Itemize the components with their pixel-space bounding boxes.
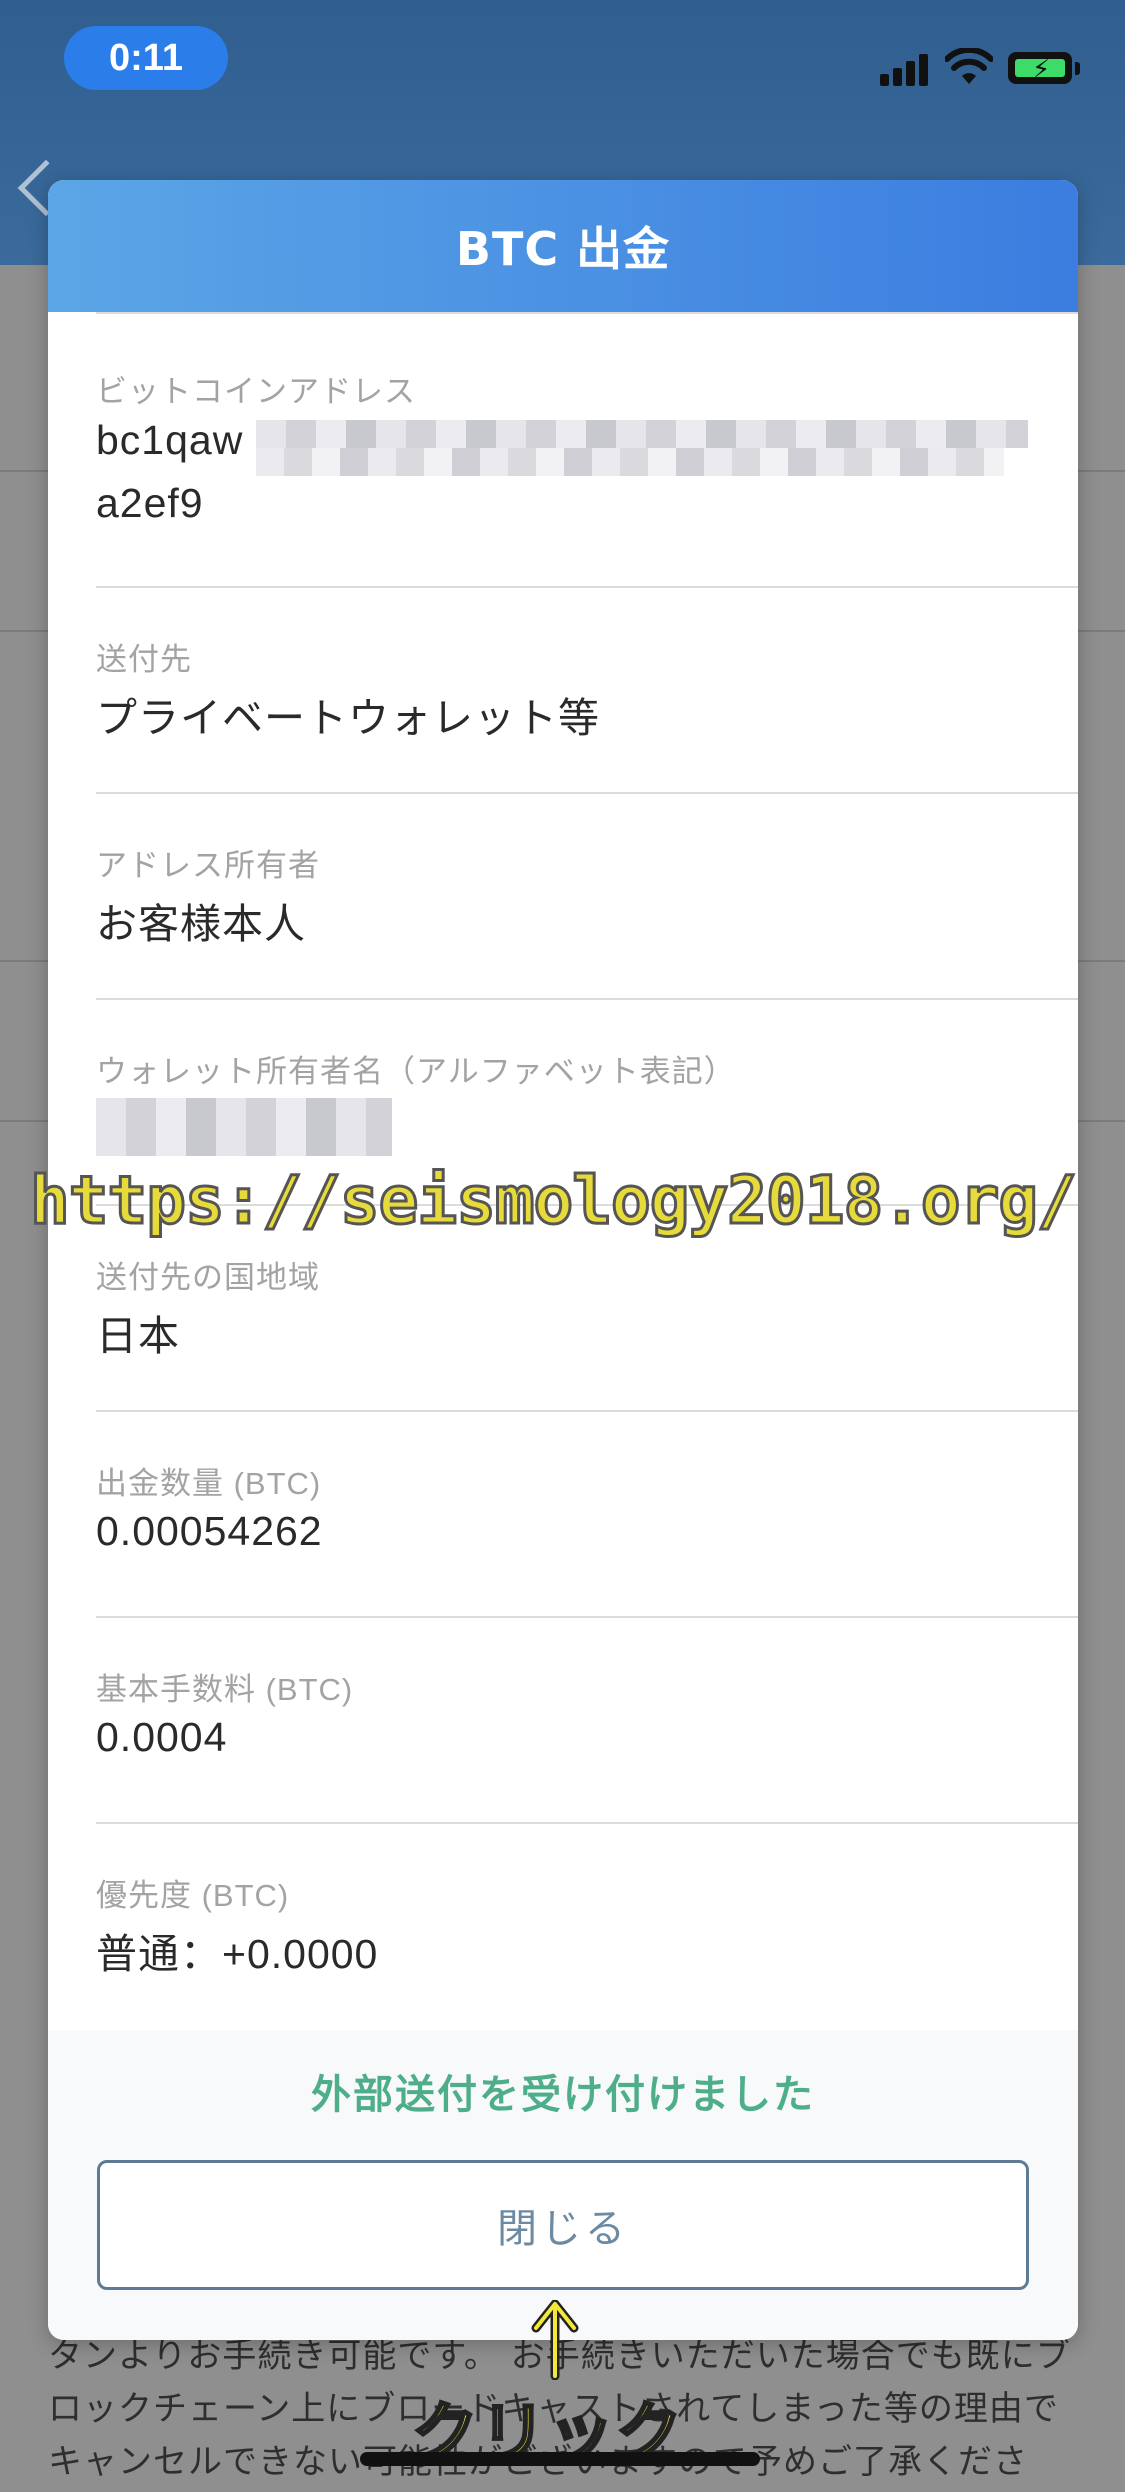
row-priority: 優先度 (BTC) 普通：+0.0000: [96, 1824, 1078, 2030]
wifi-icon: [945, 48, 993, 84]
row-label: 送付先の国地域: [96, 1260, 320, 1295]
redacted-address-blur: [256, 448, 1004, 476]
row-value: bc1qaw: [96, 417, 244, 463]
success-message: 外部送付を受け付けました: [311, 2072, 815, 2118]
close-button[interactable]: 閉じる: [97, 2160, 1029, 2290]
row-value: お客様本人: [96, 901, 306, 947]
battery-nub: [1075, 62, 1080, 75]
row-address-owner: アドレス所有者 お客様本人: [96, 794, 1078, 1000]
redacted-address-blur: [256, 420, 1028, 448]
row-label: ウォレット所有者名（アルファベット表記）: [96, 1054, 736, 1089]
row-value: 日本: [96, 1313, 180, 1359]
arrow-up-icon: [531, 2300, 579, 2380]
row-base-fee: 基本手数料 (BTC) 0.0004: [96, 1618, 1078, 1824]
row-label: ビットコインアドレス: [96, 374, 416, 409]
row-value: 0.0004: [96, 1714, 228, 1760]
row-value: 0.00054262: [96, 1508, 323, 1554]
modal-title: BTC 出金: [455, 222, 671, 276]
cellular-signal-icon: [880, 52, 936, 86]
row-destination: 送付先 プライベートウォレット等: [96, 588, 1078, 794]
redacted-name-blur: [96, 1098, 392, 1156]
row-value: 普通：+0.0000: [96, 1931, 379, 1977]
withdrawal-modal: BTC 出金 ビットコインアドレス bc1qaw a2ef9 送付先 プライベー…: [48, 180, 1078, 2340]
row-label: 送付先: [96, 642, 192, 677]
row-value: プライベートウォレット等: [96, 695, 600, 741]
row-value: a2ef9: [96, 480, 204, 526]
row-withdraw-amount: 出金数量 (BTC) 0.00054262: [96, 1412, 1078, 1618]
row-label: アドレス所有者: [96, 848, 320, 883]
battery-icon: ⚡: [1008, 52, 1072, 85]
home-indicator: [360, 2452, 760, 2466]
watermark-url: https://seismology2018.org/: [29, 1161, 1079, 1241]
row-label: 基本手数料 (BTC): [96, 1672, 354, 1707]
modal-footer: 外部送付を受け付けました 閉じる: [48, 2030, 1078, 2340]
row-label: 出金数量 (BTC): [96, 1466, 322, 1501]
row-bitcoin-address: ビットコインアドレス bc1qaw a2ef9: [96, 312, 1078, 588]
status-time: 0:11: [64, 26, 228, 90]
modal-header: BTC 出金: [48, 180, 1078, 312]
row-label: 優先度 (BTC): [96, 1878, 290, 1913]
